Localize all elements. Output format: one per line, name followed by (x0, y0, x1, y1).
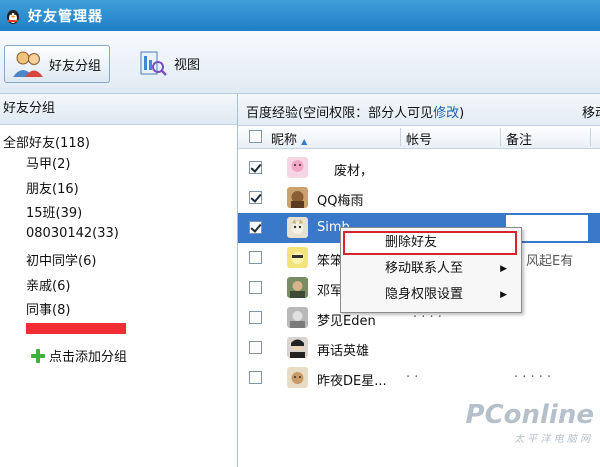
group-item-08030142[interactable]: 08030142(33) (26, 226, 119, 241)
modify-permission-link[interactable]: 修改 (433, 106, 459, 121)
group-panel-header: 好友分组 (0, 94, 237, 125)
row-checkbox[interactable] (249, 341, 262, 354)
avatar (287, 337, 308, 358)
group-item-colleagues[interactable]: 同事(8) (26, 299, 70, 318)
two-users-icon (13, 51, 43, 77)
title-bar: 好友管理器 (0, 0, 600, 31)
row-checkbox[interactable] (249, 161, 262, 174)
avatar (287, 277, 308, 298)
remark-obscured: · · · · · (514, 370, 552, 385)
context-menu: 删除好友 移动联系人至 ▶ 隐身权限设置 ▶ (340, 227, 522, 313)
submenu-arrow-icon: ▶ (500, 290, 507, 300)
move-contact-menu-item[interactable]: 移动联系人至 ▶ (343, 257, 517, 281)
friend-group-button[interactable]: 好友分组 (4, 45, 110, 83)
column-separator[interactable] (400, 128, 401, 146)
view-icon (140, 51, 167, 76)
friend-remark: 风起E有 (526, 254, 574, 269)
friend-nickname: QQ梅雨 (317, 194, 364, 209)
friend-row[interactable]: 再话英雄 (238, 333, 600, 363)
column-account[interactable]: 帐号 (406, 129, 432, 148)
redaction-mask (388, 156, 458, 182)
select-all-checkbox[interactable] (249, 130, 262, 143)
row-checkbox[interactable] (249, 281, 262, 294)
row-checkbox[interactable] (249, 311, 262, 324)
avatar (287, 307, 308, 328)
row-checkbox[interactable] (249, 191, 262, 204)
group-item-relatives[interactable]: 亲戚(6) (26, 275, 70, 294)
friend-nickname: 废材， (334, 164, 374, 179)
group-item-middle-school[interactable]: 初中同学(6) (26, 250, 96, 269)
redacted-group (26, 323, 126, 334)
row-checkbox[interactable] (249, 221, 262, 234)
group-item-majia[interactable]: 马甲(2) (26, 153, 70, 172)
group-all-friends[interactable]: 全部好友(118) (3, 132, 90, 151)
group-item-class15[interactable]: 15班(39) (26, 202, 82, 221)
view-label: 视图 (174, 57, 201, 73)
column-remark[interactable]: 备注 (506, 129, 532, 148)
watermark-brand: PConline (465, 400, 594, 430)
add-group-link[interactable]: 点击添加分组 (30, 346, 127, 365)
watermark-sub: 太 平 洋 电 脑 网 (514, 434, 590, 445)
avatar (287, 187, 308, 208)
move-to-label[interactable]: 移动 (582, 102, 600, 121)
plus-icon (31, 348, 45, 363)
row-checkbox[interactable] (249, 251, 262, 264)
group-panel: 好友分组 全部好友(118) 马甲(2) 朋友(16) 15班(39) 0803… (0, 94, 238, 467)
submenu-arrow-icon: ▶ (500, 264, 507, 274)
space-permission-bar: 百度经验(空间权限：部分人可见修改) 移动 (238, 94, 600, 126)
app-logo-icon (7, 9, 19, 24)
friend-nickname: 再话英雄 (317, 344, 370, 359)
avatar (287, 217, 308, 238)
avatar (287, 367, 308, 388)
watermark: PConline 太 平 洋 电 脑 网 (460, 400, 600, 460)
window-title: 好友管理器 (28, 8, 103, 25)
friend-nickname: 昨夜DE星... (317, 374, 387, 389)
toolbar: 好友分组 视图 (0, 31, 600, 94)
friend-list-header: 昵称 ▲ 帐号 备注 (238, 126, 600, 149)
sort-ascending-icon: ▲ (301, 137, 308, 146)
delete-friend-menu-item[interactable]: 删除好友 (343, 231, 517, 255)
account-obscured: · · (406, 370, 419, 385)
friend-group-label: 好友分组 (49, 58, 102, 74)
row-checkbox[interactable] (249, 371, 262, 384)
group-item-friends[interactable]: 朋友(16) (26, 178, 79, 197)
avatar (287, 157, 308, 178)
friend-row[interactable]: QQ梅雨 (238, 183, 600, 213)
column-separator[interactable] (500, 128, 501, 146)
invisible-permission-menu-item[interactable]: 隐身权限设置 ▶ (343, 283, 517, 307)
space-permission-text: 百度经验(空间权限：部分人可见修改) (246, 106, 465, 121)
avatar (287, 247, 308, 268)
add-group-label: 点击添加分组 (49, 350, 128, 365)
column-separator[interactable] (590, 128, 591, 146)
view-button[interactable]: 视图 (138, 47, 200, 79)
friend-row[interactable]: 昨夜DE星... · · · · · · · (238, 363, 600, 393)
column-nickname[interactable]: 昵称 ▲ (271, 129, 307, 148)
